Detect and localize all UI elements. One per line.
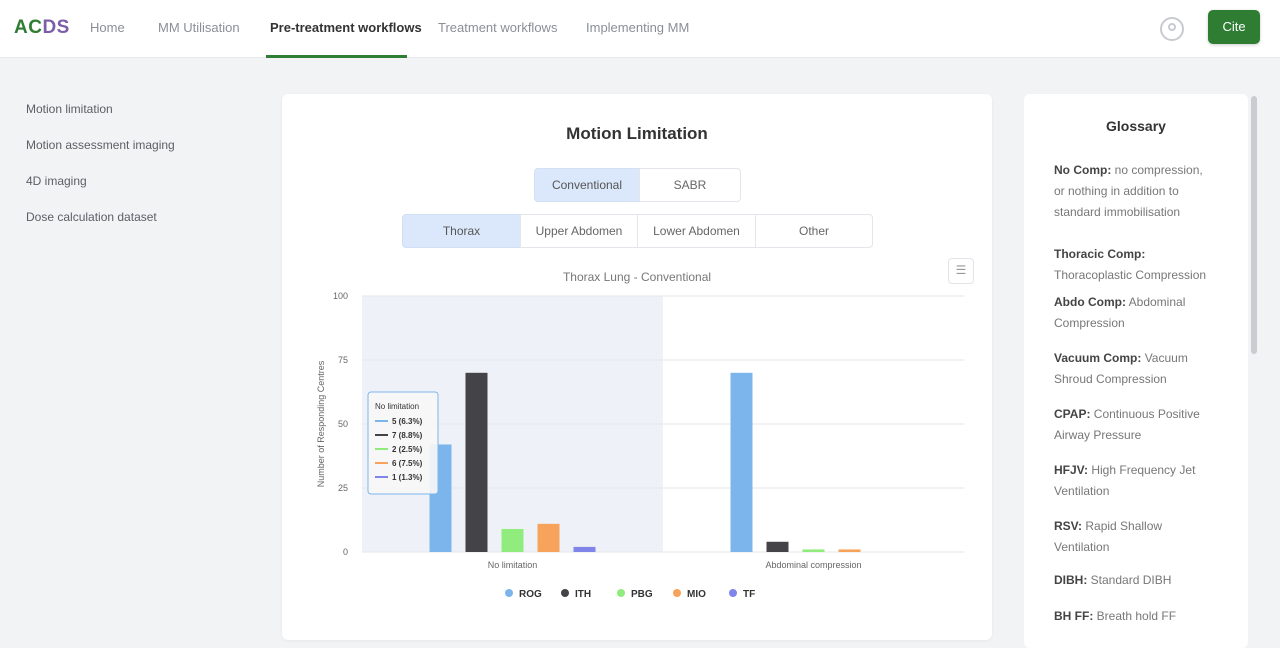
nav-mm-utilisation[interactable]: MM Utilisation: [158, 20, 240, 35]
legend-marker-ith: [561, 589, 569, 597]
y-tick-label: 75: [338, 355, 348, 365]
glossary-description: Thoracoplastic Compression: [1054, 268, 1207, 282]
tooltip-value: 6 (7.5%): [392, 459, 423, 468]
y-tick-label: 50: [338, 419, 348, 429]
tooltip-value: 2 (2.5%): [392, 445, 423, 454]
bar-pbg: [501, 528, 524, 552]
bar-chart: 0 25 50 75 100 Number of Responding Centres No…: [316, 291, 964, 600]
user-icon[interactable]: [1160, 17, 1184, 41]
bar-ith: [766, 541, 789, 552]
legend-marker-tf: [729, 589, 737, 597]
nav-pre-treatment-workflows[interactable]: Pre-treatment workflows: [270, 20, 422, 35]
tooltip-value: 7 (8.8%): [392, 431, 423, 440]
x-tick-label: No limitation: [488, 560, 538, 570]
bar-mio: [838, 549, 861, 552]
sidebar-item-4d-imaging[interactable]: 4D imaging: [26, 174, 87, 188]
legend-label: MIO: [687, 589, 706, 600]
glossary-scrollbar-thumb[interactable]: [1251, 96, 1257, 354]
glossary-term: Vacuum Comp:: [1054, 351, 1142, 365]
bar-ith: [465, 372, 488, 552]
glossary-description: Standard DIBH: [1087, 573, 1172, 587]
glossary-entry: CPAP: Continuous Positive Airway Pressur…: [1054, 404, 1214, 446]
legend-label: ROG: [519, 589, 542, 600]
y-tick-label: 100: [333, 291, 348, 301]
active-nav-underline: [266, 55, 407, 58]
glossary-term: HFJV:: [1054, 463, 1089, 477]
y-axis-label: Number of Responding Centres: [316, 360, 326, 487]
nav-treatment-workflows[interactable]: Treatment workflows: [438, 20, 557, 35]
legend-label: PBG: [631, 589, 653, 600]
glossary-entry: HFJV: High Frequency Jet Ventilation: [1054, 460, 1214, 502]
tooltip-value: 1 (1.3%): [392, 473, 423, 482]
bar-pbg: [802, 549, 825, 552]
bar-mio: [537, 523, 560, 552]
y-tick-label: 25: [338, 483, 348, 493]
motion-limitation-card: Motion Limitation Conventional SABR Thor…: [282, 94, 992, 640]
x-tick-label: Abdominal compression: [765, 560, 861, 570]
cite-button[interactable]: Cite: [1208, 10, 1260, 44]
logo-part-2: DS: [42, 17, 70, 38]
nav-home[interactable]: Home: [90, 20, 125, 35]
glossary-term: Abdo Comp:: [1054, 295, 1126, 309]
glossary-title: Glossary: [1106, 118, 1166, 134]
glossary-entry: No Comp: no compression, or nothing in a…: [1054, 160, 1214, 223]
bar-tf: [573, 546, 596, 552]
tooltip-title: No limitation: [375, 402, 419, 411]
glossary-term: DIBH:: [1054, 573, 1088, 587]
glossary-entry: Vacuum Comp: Vacuum Shroud Compression: [1054, 348, 1214, 390]
glossary-entry: BH FF: Breath hold FF: [1054, 606, 1214, 627]
glossary-term: RSV:: [1054, 519, 1083, 533]
glossary-term: No Comp:: [1054, 163, 1112, 177]
glossary-entry: Thoracic Comp: Thoracoplastic Compressio…: [1054, 244, 1214, 286]
glossary-panel: Glossary No Comp: no compression, or not…: [1024, 94, 1248, 648]
glossary-term: CPAP:: [1054, 407, 1091, 421]
legend-marker-rog: [505, 589, 513, 597]
sidebar-item-dose-calculation-dataset[interactable]: Dose calculation dataset: [26, 210, 157, 224]
glossary-term: BH FF:: [1054, 609, 1094, 623]
sidebar-item-motion-assessment-imaging[interactable]: Motion assessment imaging: [26, 138, 175, 152]
bar-rog: [730, 372, 753, 552]
legend-marker-pbg: [617, 589, 625, 597]
y-tick-label: 0: [343, 547, 348, 557]
tooltip-value: 5 (6.3%): [392, 417, 423, 426]
legend-label: TF: [743, 589, 755, 600]
legend-marker-mio: [673, 589, 681, 597]
nav-implementing-mm[interactable]: Implementing MM: [586, 20, 689, 35]
sidebar-item-motion-limitation[interactable]: Motion limitation: [26, 102, 113, 116]
top-navigation-bar: ACDS Home MM Utilisation Pre-treatment w…: [0, 0, 1280, 58]
acds-logo[interactable]: ACDS: [14, 17, 70, 39]
glossary-entry: Abdo Comp: Abdominal Compression: [1054, 292, 1214, 334]
legend-label: ITH: [575, 589, 591, 600]
glossary-description: Breath hold FF: [1093, 609, 1177, 623]
glossary-term: Thoracic Comp:: [1054, 247, 1146, 261]
glossary-entry: RSV: Rapid Shallow Ventilation: [1054, 516, 1214, 558]
logo-part-1: AC: [14, 17, 43, 38]
glossary-entry: DIBH: Standard DIBH: [1054, 570, 1214, 591]
